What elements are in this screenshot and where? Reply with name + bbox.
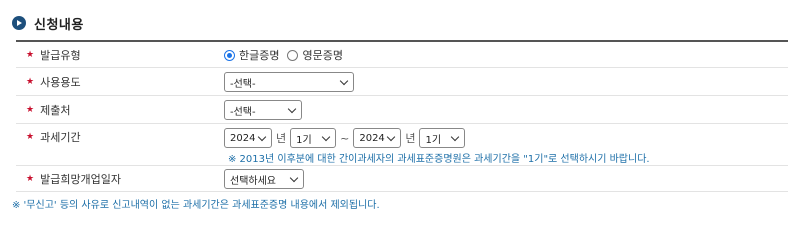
asterisk-icon: ★ <box>26 174 35 184</box>
desired-date-label-text: 발급희망개업일자 <box>40 173 122 186</box>
submit-to-value: -선택- <box>224 99 302 121</box>
row-purpose: ★ 사용용도 -선택- <box>16 68 788 96</box>
radio-english-label: 영문증명 <box>302 49 343 62</box>
issue-type-label: ★ 발급유형 <box>26 46 81 64</box>
chevron-down-icon <box>321 132 331 142</box>
section-header: 신청내용 <box>12 14 84 33</box>
from-year-select[interactable]: 2024 <box>224 128 272 148</box>
from-year-unit: 년 <box>276 132 287 145</box>
footnote: ※ '무신고' 등의 사유로 신고내역이 없는 과세기간은 과세표준증명 내용에… <box>12 200 380 211</box>
issue-type-label-text: 발급유형 <box>40 49 81 62</box>
chevron-down-icon <box>387 132 396 142</box>
to-year-unit: 년 <box>405 132 416 145</box>
asterisk-icon: ★ <box>26 105 35 115</box>
range-separator: ~ <box>340 131 350 145</box>
to-year-value: 2024 <box>359 132 385 144</box>
row-tax-period: ★ 과세기간 2024 년 1기 ~ 2024 년 1기 ※ 2013년 이후분… <box>16 124 788 166</box>
section-title: 신청내용 <box>34 17 84 33</box>
chevron-down-icon <box>289 173 299 183</box>
submit-to-label-text: 제출처 <box>40 104 71 117</box>
tax-period-label-text: 과세기간 <box>40 131 81 144</box>
row-issue-type: ★ 발급유형 한글증명 영문증명 <box>16 42 788 68</box>
purpose-select-value: -선택- <box>230 78 256 90</box>
asterisk-icon: ★ <box>26 50 35 60</box>
to-term-select[interactable]: 1기 <box>419 128 466 148</box>
chevron-down-icon <box>451 132 460 142</box>
application-form: ★ 발급유형 한글증명 영문증명 ★ 사용용도 -선택- ★ 제출처 -선택- … <box>16 40 788 192</box>
from-term-value: 1기 <box>296 134 312 146</box>
issue-type-radio-group: 한글증명 영문증명 <box>224 46 351 64</box>
tax-period-label: ★ 과세기간 <box>26 128 81 146</box>
to-year-select[interactable]: 2024 <box>353 128 402 148</box>
row-desired-date: ★ 발급희망개업일자 선택하세요 <box>16 166 788 192</box>
asterisk-icon: ★ <box>26 77 35 87</box>
submit-to-select-value: -선택- <box>230 106 256 118</box>
radio-korean-label: 한글증명 <box>239 49 280 62</box>
circle-arrow-icon <box>12 16 26 30</box>
desired-date-value: 선택하세요 <box>224 168 304 190</box>
radio-korean[interactable]: 한글증명 <box>224 47 279 63</box>
purpose-label: ★ 사용용도 <box>26 73 81 91</box>
tax-period-note: ※ 2013년 이후분에 대한 간이과세자의 과세표준증명원은 과세기간을 "1… <box>228 154 650 165</box>
desired-date-select[interactable]: 선택하세요 <box>224 169 304 189</box>
purpose-select[interactable]: -선택- <box>224 72 354 92</box>
from-term-select[interactable]: 1기 <box>290 128 337 148</box>
to-term-value: 1기 <box>425 134 442 146</box>
radio-english[interactable]: 영문증명 <box>287 47 343 63</box>
chevron-down-icon <box>287 104 297 114</box>
from-year-value: 2024 <box>230 132 256 144</box>
desired-date-select-value: 선택하세요 <box>230 175 276 187</box>
purpose-value: -선택- <box>224 71 354 93</box>
asterisk-icon: ★ <box>26 132 35 142</box>
tax-period-value: 2024 년 1기 ~ 2024 년 1기 <box>224 127 466 149</box>
radio-korean-control[interactable] <box>224 49 235 61</box>
chevron-down-icon <box>339 76 349 86</box>
desired-date-label: ★ 발급희망개업일자 <box>26 170 121 188</box>
submit-to-select[interactable]: -선택- <box>224 100 302 120</box>
submit-to-label: ★ 제출처 <box>26 101 70 119</box>
chevron-down-icon <box>257 132 267 142</box>
purpose-label-text: 사용용도 <box>40 76 81 89</box>
radio-english-control[interactable] <box>287 49 299 61</box>
row-submit-to: ★ 제출처 -선택- <box>16 96 788 124</box>
